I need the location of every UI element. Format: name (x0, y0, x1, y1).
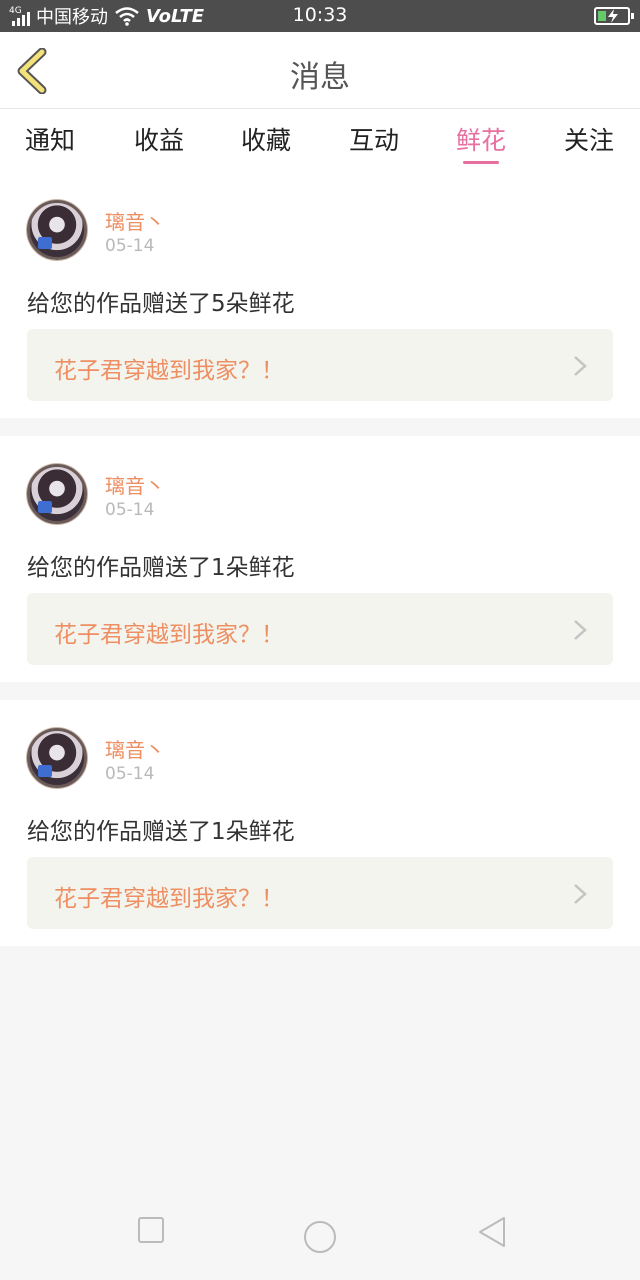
tab-follow[interactable]: 关注 (549, 121, 629, 157)
message-card: 璃音丶 05-14 给您的作品赠送了5朵鲜花 花子君穿越到我家？！ (0, 172, 640, 418)
tab-favorites[interactable]: 收藏 (226, 121, 306, 157)
tab-interaction[interactable]: 互动 (334, 121, 414, 157)
work-link[interactable]: 花子君穿越到我家？！ (27, 329, 613, 401)
active-tab-indicator (463, 161, 499, 164)
circle-icon[interactable] (303, 1220, 337, 1254)
message-date: 05-14 (105, 764, 155, 784)
work-link[interactable]: 花子君穿越到我家？！ (27, 593, 613, 665)
work-title: 花子君穿越到我家？！ (54, 358, 284, 384)
message-text: 给您的作品赠送了1朵鲜花 (27, 555, 295, 581)
page-title: 消息 (290, 60, 350, 95)
message-card: 璃音丶 05-14 给您的作品赠送了1朵鲜花 花子君穿越到我家？！ (0, 700, 640, 946)
chevron-right-icon (574, 884, 587, 904)
work-title: 花子君穿越到我家？！ (54, 886, 284, 912)
battery-icon (594, 7, 634, 25)
work-title: 花子君穿越到我家？！ (54, 622, 284, 648)
system-nav-bar (0, 1196, 640, 1280)
work-link[interactable]: 花子君穿越到我家？！ (27, 857, 613, 929)
message-date: 05-14 (105, 500, 155, 520)
tab-flowers[interactable]: 鲜花 (441, 121, 521, 157)
square-icon[interactable] (137, 1216, 165, 1244)
message-date: 05-14 (105, 236, 155, 256)
chevron-right-icon (574, 356, 587, 376)
sender-name[interactable]: 璃音丶 (105, 734, 165, 763)
sender-name[interactable]: 璃音丶 (105, 470, 165, 499)
avatar[interactable] (27, 200, 87, 260)
app-header: 消息 (0, 32, 640, 109)
message-text: 给您的作品赠送了5朵鲜花 (27, 291, 295, 317)
status-bar: 4G 中国移动 VoLTE 10:33 (0, 0, 640, 32)
triangle-back-icon[interactable] (478, 1216, 506, 1248)
message-text: 给您的作品赠送了1朵鲜花 (27, 819, 295, 845)
tab-bar: 通知 收益 收藏 互动 鲜花 关注 (0, 109, 640, 173)
tab-notification[interactable]: 通知 (10, 121, 90, 157)
tab-earnings[interactable]: 收益 (119, 121, 199, 157)
clock: 10:33 (292, 4, 348, 26)
avatar[interactable] (27, 728, 87, 788)
chevron-right-icon (574, 620, 587, 640)
message-card: 璃音丶 05-14 给您的作品赠送了1朵鲜花 花子君穿越到我家？！ (0, 436, 640, 682)
avatar[interactable] (27, 464, 87, 524)
sender-name[interactable]: 璃音丶 (105, 206, 165, 235)
